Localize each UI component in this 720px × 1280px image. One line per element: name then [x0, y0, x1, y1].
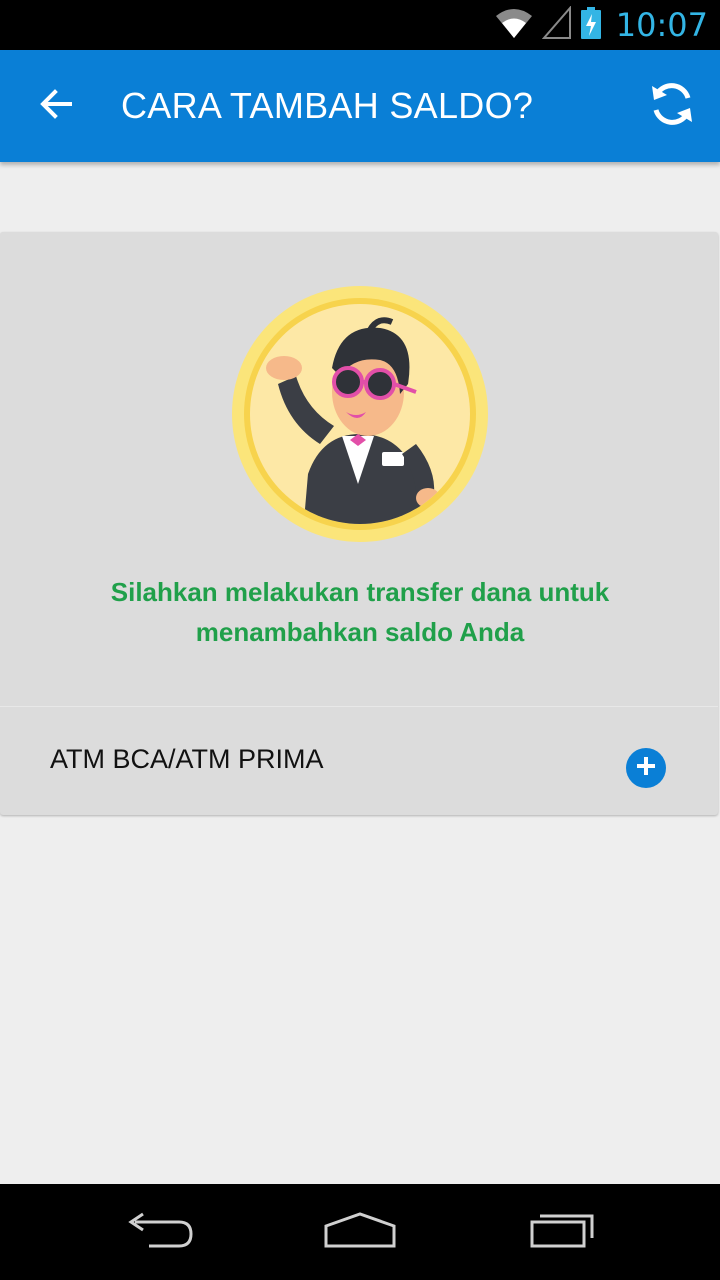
nav-recents-button[interactable] — [522, 1204, 602, 1260]
page-title: CARA TAMBAH SALDO? — [121, 85, 534, 126]
payment-method-row[interactable]: ATM BCA/ATM PRIMA — [0, 707, 718, 815]
expand-button[interactable] — [626, 748, 666, 788]
payment-method-label: ATM BCA/ATM PRIMA — [50, 744, 324, 774]
wifi-icon — [494, 6, 534, 45]
nav-bar — [0, 1184, 720, 1280]
plus-circle-icon — [634, 754, 658, 783]
nav-home-icon — [322, 1210, 398, 1255]
signal-icon — [541, 4, 572, 45]
arrow-back-icon — [38, 86, 74, 127]
battery-charging-icon — [580, 6, 602, 45]
back-button[interactable] — [28, 78, 84, 134]
status-bar: 10:07 — [0, 0, 720, 50]
nav-recents-icon — [526, 1210, 598, 1255]
mascot-illustration — [230, 284, 490, 544]
info-card: Silahkan melakukan transfer dana untuk m… — [0, 232, 718, 815]
screen: 10:07 CARA TAMBAH SALDO? Silahkan melaku… — [0, 0, 720, 1280]
app-bar: CARA TAMBAH SALDO? — [0, 50, 720, 162]
nav-back-icon — [125, 1210, 195, 1255]
status-time: 10:07 — [615, 6, 708, 44]
transfer-message: Silahkan melakukan transfer dana untuk m… — [110, 577, 610, 647]
nav-back-button[interactable] — [120, 1204, 200, 1260]
status-icons: 10:07 — [494, 0, 708, 50]
refresh-button[interactable] — [644, 78, 700, 134]
nav-home-button[interactable] — [320, 1204, 400, 1260]
refresh-icon — [648, 80, 696, 133]
